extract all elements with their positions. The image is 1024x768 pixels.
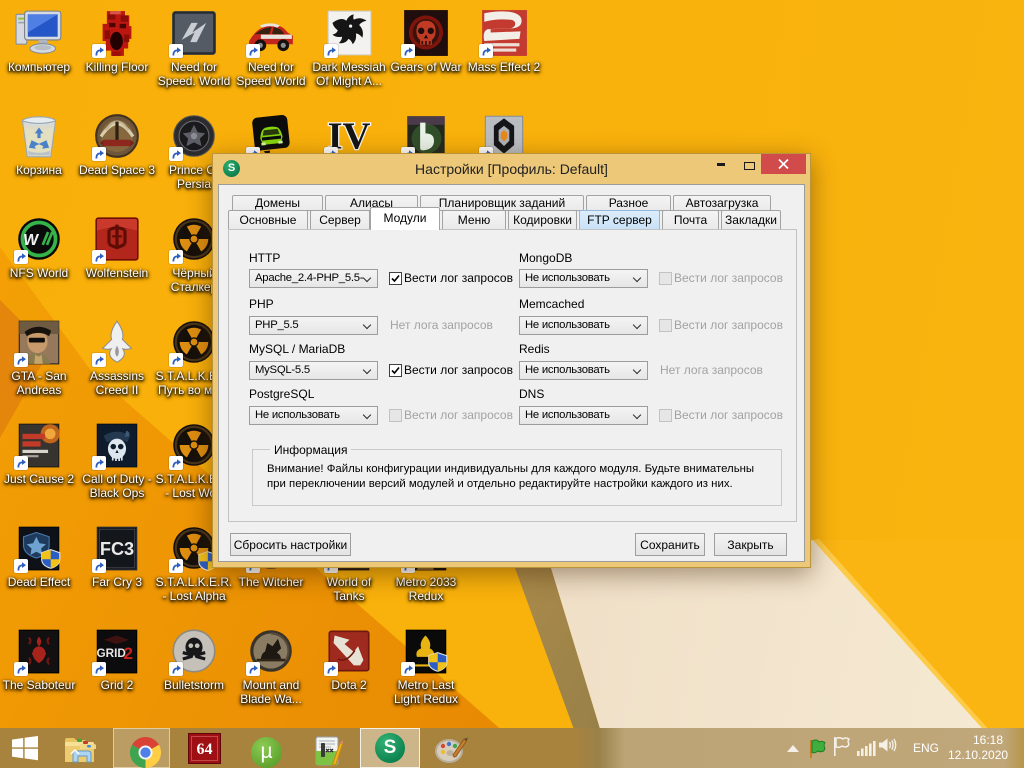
svg-text:2: 2 xyxy=(123,644,132,663)
svg-text:FC3: FC3 xyxy=(100,539,134,559)
svg-text:GRID: GRID xyxy=(96,647,125,660)
